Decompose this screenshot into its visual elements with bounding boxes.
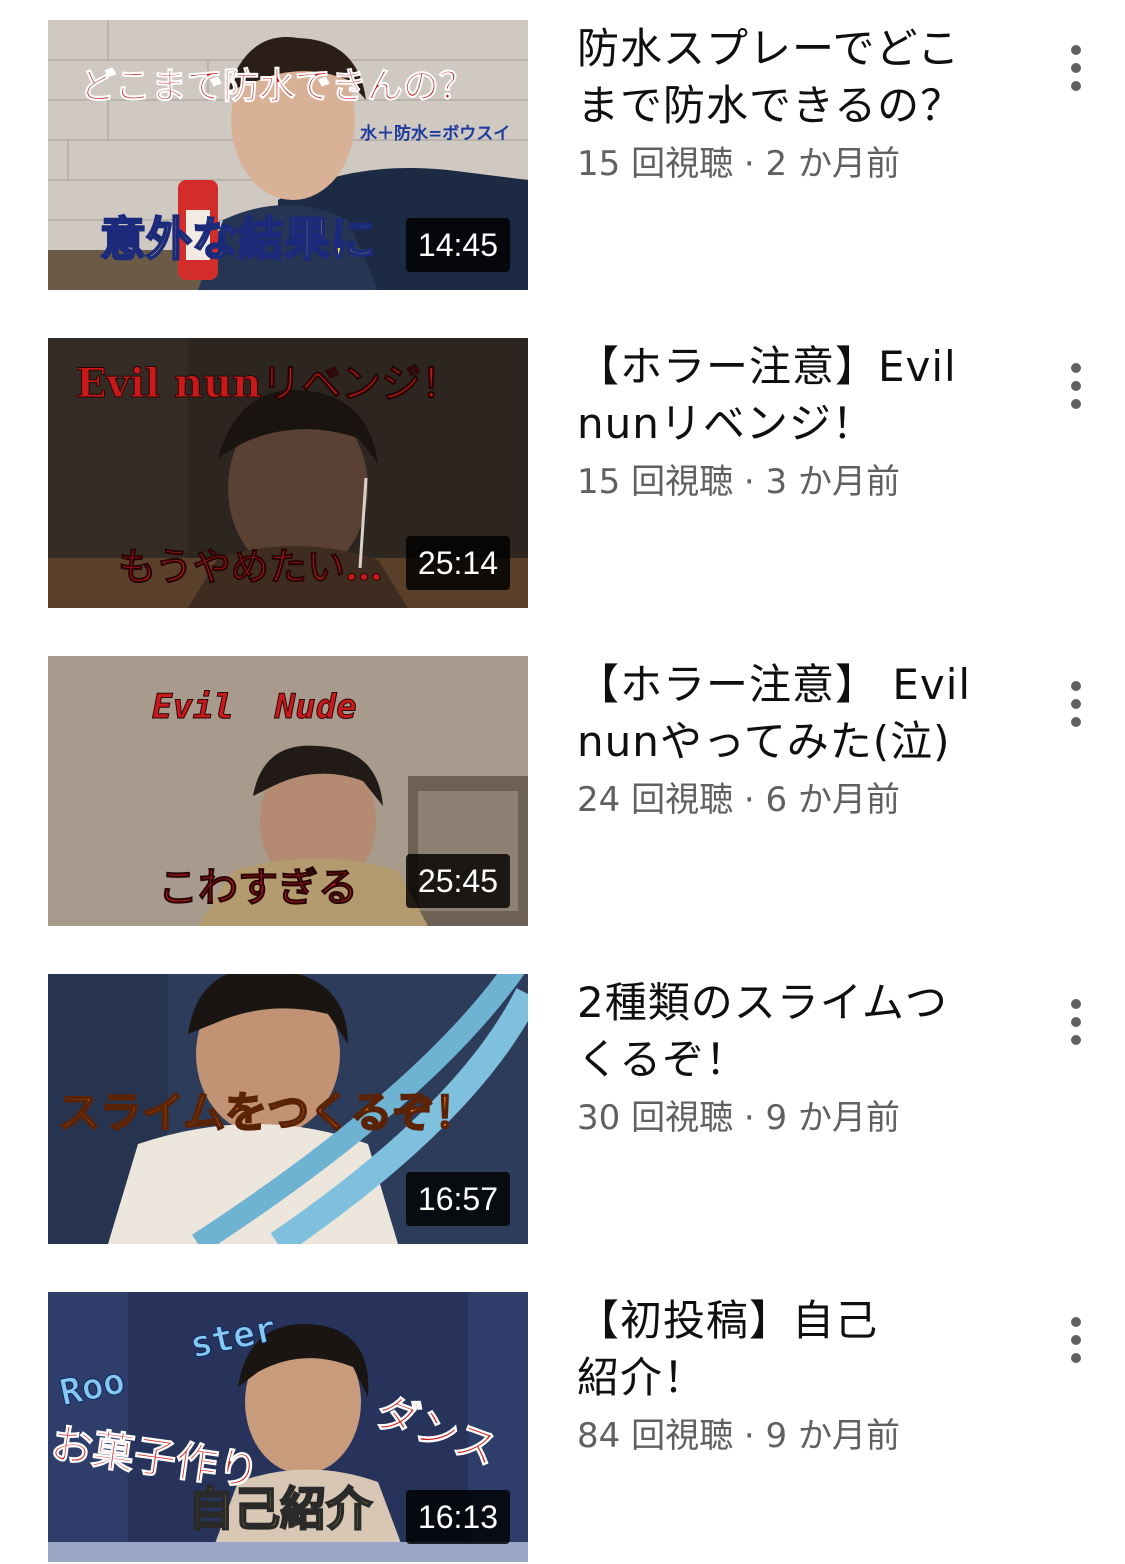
view-count: 24 回視聴 <box>577 780 734 820</box>
more-vertical-icon <box>1071 999 1081 1045</box>
video-title-line: 防水スプレーでどこ <box>577 24 961 73</box>
more-vertical-icon <box>1071 45 1081 91</box>
video-title-line: 【ホラー注意】Evil <box>577 342 957 391</box>
thumbnail-title-text: スライムをつくるぞ！ <box>57 1088 477 1137</box>
video-item[interactable]: スライムをつくるぞ！ 16:57 2種類のスライムつ くるぞ！ 30 回視聴 ·… <box>0 974 1125 1246</box>
video-meta: 防水スプレーでどこ まで防水できるの？ 15 回視聴 · 2 か月前 <box>577 20 1017 192</box>
more-options-button[interactable] <box>1056 676 1096 732</box>
video-item[interactable]: Roo ster ダンス お菓子作り 自己紹介 16:13 【初投稿】自己 紹介… <box>0 1292 1125 1564</box>
video-meta: 2種類のスライムつ くるぞ！ 30 回視聴 · 9 か月前 <box>577 974 1017 1146</box>
video-title-line: 【初投稿】自己 <box>577 1296 879 1345</box>
video-meta: 【ホラー注意】Evil nunリベンジ！ 15 回視聴 · 3 か月前 <box>577 338 1017 510</box>
thumbnail-title-text: どこまで防水できんの？ <box>80 65 476 107</box>
view-count: 84 回視聴 <box>577 1416 734 1456</box>
stats-separator: · <box>743 1416 755 1456</box>
video-thumbnail[interactable]: どこまで防水できんの？ 水＋防水=ボウスイ 意外な結果に 14:45 <box>48 20 528 290</box>
video-title-line: nunリベンジ！ <box>577 399 875 448</box>
video-meta: 【ホラー注意】 Evil nunやってみた(泣) 24 回視聴 · 6 か月前 <box>577 656 1017 828</box>
upload-age: 3 か月前 <box>765 462 900 502</box>
thumbnail-title-text: Evil nunリベンジ！ <box>75 360 462 407</box>
video-stats: 15 回視聴 · 3 か月前 <box>577 454 1017 510</box>
stats-separator: · <box>743 144 755 184</box>
video-thumbnail[interactable]: Evil nunリベンジ！ もうやめたい… 25:14 <box>48 338 528 608</box>
video-item[interactable]: どこまで防水できんの？ 水＋防水=ボウスイ 意外な結果に 14:45 防水スプレ… <box>0 20 1125 292</box>
video-title-line: nunやってみた(泣) <box>577 717 951 766</box>
stats-separator: · <box>743 462 755 502</box>
video-item[interactable]: Evil Nude こわすぎる 25:45 【ホラー注意】 Evil nunやっ… <box>0 656 1125 928</box>
more-options-button[interactable] <box>1056 1312 1096 1368</box>
more-options-button[interactable] <box>1056 994 1096 1050</box>
video-stats: 24 回視聴 · 6 か月前 <box>577 772 1017 828</box>
video-stats: 84 回視聴 · 9 か月前 <box>577 1408 1017 1464</box>
video-stats: 15 回視聴 · 2 か月前 <box>577 136 1017 192</box>
thumbnail-text-intro: 自己紹介 <box>187 1482 373 1536</box>
stats-separator: · <box>743 1098 755 1138</box>
thumbnail-caption: もうやめたい… <box>118 544 384 589</box>
video-title[interactable]: 【初投稿】自己 紹介！ <box>577 1292 1017 1406</box>
upload-age: 9 か月前 <box>765 1416 900 1456</box>
upload-age: 9 か月前 <box>765 1098 900 1138</box>
thumbnail-title-text: Evil Nude <box>152 687 358 727</box>
video-title[interactable]: 【ホラー注意】Evil nunリベンジ！ <box>577 338 1017 452</box>
video-duration-badge: 16:57 <box>405 1172 510 1226</box>
more-vertical-icon <box>1071 363 1081 409</box>
video-title[interactable]: 2種類のスライムつ くるぞ！ <box>577 974 1017 1088</box>
video-item[interactable]: Evil nunリベンジ！ もうやめたい… 25:14 【ホラー注意】Evil … <box>0 338 1125 610</box>
video-title-line: 2種類のスライムつ <box>577 978 948 1027</box>
video-duration-badge: 16:13 <box>405 1490 510 1544</box>
more-vertical-icon <box>1071 1317 1081 1363</box>
view-count: 30 回視聴 <box>577 1098 734 1138</box>
video-duration-badge: 25:14 <box>405 536 510 590</box>
video-stats: 30 回視聴 · 9 か月前 <box>577 1090 1017 1146</box>
video-duration-badge: 14:45 <box>405 218 510 272</box>
video-title[interactable]: 【ホラー注意】 Evil nunやってみた(泣) <box>577 656 1017 770</box>
video-title-line: 紹介！ <box>577 1353 707 1402</box>
video-title-line: くるぞ！ <box>577 1035 749 1084</box>
video-title[interactable]: 防水スプレーでどこ まで防水できるの？ <box>577 20 1017 134</box>
upload-age: 2 か月前 <box>765 144 900 184</box>
more-options-button[interactable] <box>1056 40 1096 96</box>
more-vertical-icon <box>1071 681 1081 727</box>
thumbnail-subtext: 水＋防水=ボウスイ <box>360 124 511 144</box>
video-thumbnail[interactable]: スライムをつくるぞ！ 16:57 <box>48 974 528 1244</box>
video-title-line: 【ホラー注意】 Evil <box>577 660 972 709</box>
video-meta: 【初投稿】自己 紹介！ 84 回視聴 · 9 か月前 <box>577 1292 1017 1464</box>
video-list: どこまで防水できんの？ 水＋防水=ボウスイ 意外な結果に 14:45 防水スプレ… <box>0 0 1125 1564</box>
thumbnail-caption: 意外な結果に <box>99 212 377 266</box>
thumbnail-caption: こわすぎる <box>158 864 359 911</box>
video-title-line: まで防水できるの？ <box>577 81 964 130</box>
video-duration-badge: 25:45 <box>405 854 510 908</box>
view-count: 15 回視聴 <box>577 144 734 184</box>
view-count: 15 回視聴 <box>577 462 734 502</box>
more-options-button[interactable] <box>1056 358 1096 414</box>
upload-age: 6 か月前 <box>765 780 900 820</box>
stats-separator: · <box>743 780 755 820</box>
video-thumbnail[interactable]: Roo ster ダンス お菓子作り 自己紹介 16:13 <box>48 1292 528 1562</box>
video-thumbnail[interactable]: Evil Nude こわすぎる 25:45 <box>48 656 528 926</box>
